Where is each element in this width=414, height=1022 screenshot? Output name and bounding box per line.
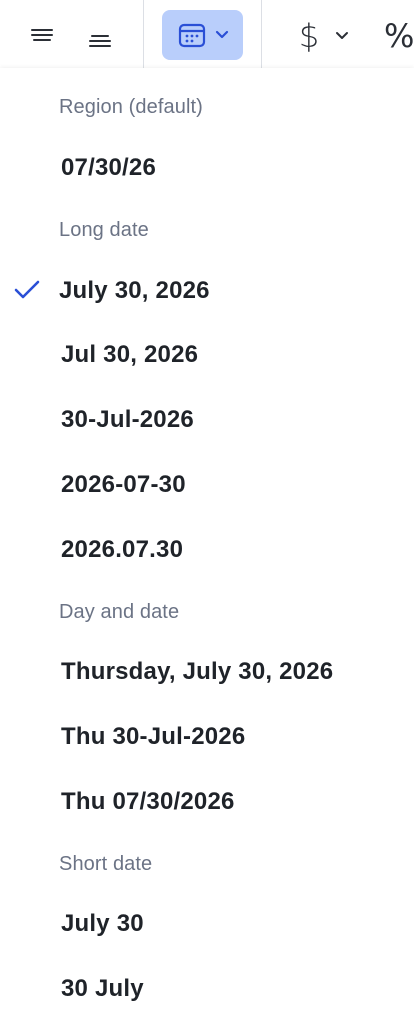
date-format-menu: Region (default) 07/30/26 Long date July…: [0, 68, 414, 1022]
menu-item-label: 2026-07-30: [61, 471, 186, 498]
menu-item-region-default[interactable]: 07/30/26: [0, 139, 414, 197]
menu-item-day-date-1[interactable]: Thursday, July 30, 2026: [0, 643, 414, 701]
percent-icon: %: [384, 17, 414, 55]
menu-item-long-date-1[interactable]: July 30, 2026: [0, 262, 414, 320]
date-format-button[interactable]: [162, 10, 243, 60]
section-header-day-and-date: Day and date: [59, 601, 180, 623]
section-header-long-date: Long date: [59, 219, 149, 241]
toolbar-separator: [261, 0, 262, 68]
percent-format-button[interactable]: %: [380, 14, 414, 58]
menu-item-long-date-3[interactable]: 30-Jul-2026: [0, 391, 414, 449]
dollar-icon: $: [298, 17, 320, 55]
menu-item-label: July 30, 2026: [59, 277, 210, 304]
calendar-icon: [178, 23, 205, 48]
menu-item-label: Thu 30-Jul-2026: [61, 723, 246, 750]
menu-item-short-date-2[interactable]: 30 July: [0, 960, 414, 1018]
align-bottom-button[interactable]: [80, 24, 120, 58]
menu-item-label: 30 July: [61, 975, 144, 1002]
menu-item-label: Jul 30, 2026: [61, 341, 199, 368]
toolbar: $ %: [0, 0, 414, 68]
menu-item-long-date-2[interactable]: Jul 30, 2026: [0, 326, 414, 384]
checkmark-icon: [14, 280, 40, 299]
chevron-down-icon: [215, 30, 228, 39]
align-center-button[interactable]: [22, 18, 62, 52]
menu-item-long-date-4[interactable]: 2026-07-30: [0, 456, 414, 514]
menu-item-label: Thu 07/30/2026: [61, 788, 235, 815]
menu-item-short-date-1[interactable]: July 30: [0, 895, 414, 953]
align-bottom-icon: [89, 35, 111, 47]
menu-item-label: Thursday, July 30, 2026: [61, 658, 334, 685]
menu-item-label: 30-Jul-2026: [61, 406, 194, 433]
align-center-icon: [31, 29, 53, 41]
menu-item-long-date-5[interactable]: 2026.07.30: [0, 521, 414, 579]
menu-item-day-date-3[interactable]: Thu 07/30/2026: [0, 773, 414, 831]
menu-item-day-date-2[interactable]: Thu 30-Jul-2026: [0, 708, 414, 766]
section-header-short-date: Short date: [59, 853, 153, 875]
section-header-region: Region (default): [59, 96, 203, 118]
toolbar-separator: [143, 0, 144, 68]
menu-item-label: 07/30/26: [61, 154, 157, 181]
currency-format-button[interactable]: $: [288, 14, 360, 58]
menu-item-label: July 30: [61, 910, 144, 937]
menu-item-label: 2026.07.30: [61, 536, 184, 563]
chevron-down-icon: [336, 32, 349, 39]
